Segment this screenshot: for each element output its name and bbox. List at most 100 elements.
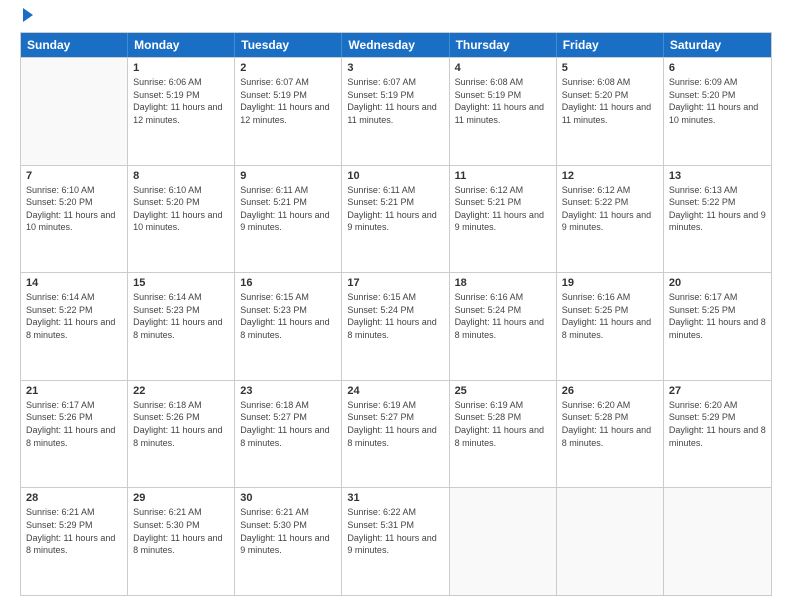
cell-date-number: 10 (347, 170, 443, 182)
calendar-header-day: Friday (557, 33, 664, 57)
calendar-day-cell: 5 Sunrise: 6:08 AMSunset: 5:20 PMDaylight… (557, 58, 664, 165)
calendar-day-cell: 30 Sunrise: 6:21 AMSunset: 5:30 PMDayligh… (235, 488, 342, 595)
calendar-day-cell: 31 Sunrise: 6:22 AMSunset: 5:31 PMDayligh… (342, 488, 449, 595)
cell-sun-info: Sunrise: 6:21 AMSunset: 5:29 PMDaylight:… (26, 506, 122, 556)
cell-date-number: 23 (240, 385, 336, 397)
cell-date-number: 17 (347, 277, 443, 289)
calendar-day-cell: 7 Sunrise: 6:10 AMSunset: 5:20 PMDaylight… (21, 166, 128, 273)
calendar-day-cell: 9 Sunrise: 6:11 AMSunset: 5:21 PMDaylight… (235, 166, 342, 273)
calendar-header-day: Saturday (664, 33, 771, 57)
calendar-day-cell: 29Sunrise: 6:21 AMSunset: 5:30 PMDayligh… (128, 488, 235, 595)
cell-sun-info: Sunrise: 6:12 AMSunset: 5:22 PMDaylight:… (562, 184, 658, 234)
cell-date-number: 6 (669, 62, 766, 74)
cell-sun-info: Sunrise: 6:18 AMSunset: 5:27 PMDaylight:… (240, 399, 336, 449)
cell-date-number: 13 (669, 170, 766, 182)
calendar-day-cell (450, 488, 557, 595)
calendar-week-row: 14 Sunrise: 6:14 AMSunset: 5:22 PMDayligh… (21, 272, 771, 380)
calendar-day-cell (557, 488, 664, 595)
calendar-day-cell: 21 Sunrise: 6:17 AMSunset: 5:26 PMDayligh… (21, 381, 128, 488)
calendar: SundayMondayTuesdayWednesdayThursdayFrid… (20, 32, 772, 596)
calendar-body: 1 Sunrise: 6:06 AMSunset: 5:19 PMDaylight… (21, 57, 771, 595)
calendar-day-cell: 10 Sunrise: 6:11 AMSunset: 5:21 PMDayligh… (342, 166, 449, 273)
calendar-week-row: 7 Sunrise: 6:10 AMSunset: 5:20 PMDaylight… (21, 165, 771, 273)
calendar-day-cell: 28 Sunrise: 6:21 AMSunset: 5:29 PMDayligh… (21, 488, 128, 595)
calendar-day-cell: 27 Sunrise: 6:20 AMSunset: 5:29 PMDayligh… (664, 381, 771, 488)
cell-date-number: 1 (133, 62, 229, 74)
cell-date-number: 24 (347, 385, 443, 397)
cell-sun-info: Sunrise: 6:08 AMSunset: 5:19 PMDaylight:… (455, 76, 551, 126)
cell-date-number: 20 (669, 277, 766, 289)
cell-date-number: 27 (669, 385, 766, 397)
calendar-day-cell: 17 Sunrise: 6:15 AMSunset: 5:24 PMDayligh… (342, 273, 449, 380)
cell-sun-info: Sunrise: 6:10 AMSunset: 5:20 PMDaylight:… (26, 184, 122, 234)
cell-date-number: 21 (26, 385, 122, 397)
cell-date-number: 12 (562, 170, 658, 182)
cell-sun-info: Sunrise: 6:18 AMSunset: 5:26 PMDaylight:… (133, 399, 229, 449)
cell-date-number: 3 (347, 62, 443, 74)
calendar-week-row: 21 Sunrise: 6:17 AMSunset: 5:26 PMDayligh… (21, 380, 771, 488)
calendar-day-cell: 4Sunrise: 6:08 AMSunset: 5:19 PMDaylight… (450, 58, 557, 165)
cell-sun-info: Sunrise: 6:07 AMSunset: 5:19 PMDaylight:… (347, 76, 443, 126)
calendar-header-day: Thursday (450, 33, 557, 57)
calendar-day-cell (21, 58, 128, 165)
cell-sun-info: Sunrise: 6:14 AMSunset: 5:22 PMDaylight:… (26, 291, 122, 341)
calendar-day-cell: 13 Sunrise: 6:13 AMSunset: 5:22 PMDayligh… (664, 166, 771, 273)
cell-date-number: 9 (240, 170, 336, 182)
calendar-day-cell: 25 Sunrise: 6:19 AMSunset: 5:28 PMDayligh… (450, 381, 557, 488)
cell-date-number: 22 (133, 385, 229, 397)
calendar-day-cell: 11Sunrise: 6:12 AMSunset: 5:21 PMDayligh… (450, 166, 557, 273)
calendar-day-cell: 16Sunrise: 6:15 AMSunset: 5:23 PMDayligh… (235, 273, 342, 380)
cell-date-number: 31 (347, 492, 443, 504)
cell-date-number: 25 (455, 385, 551, 397)
cell-sun-info: Sunrise: 6:15 AMSunset: 5:24 PMDaylight:… (347, 291, 443, 341)
cell-sun-info: Sunrise: 6:14 AMSunset: 5:23 PMDaylight:… (133, 291, 229, 341)
calendar-week-row: 28 Sunrise: 6:21 AMSunset: 5:29 PMDayligh… (21, 487, 771, 595)
cell-date-number: 2 (240, 62, 336, 74)
calendar-day-cell: 20 Sunrise: 6:17 AMSunset: 5:25 PMDayligh… (664, 273, 771, 380)
cell-sun-info: Sunrise: 6:17 AMSunset: 5:25 PMDaylight:… (669, 291, 766, 341)
cell-date-number: 29 (133, 492, 229, 504)
calendar-day-cell: 18 Sunrise: 6:16 AMSunset: 5:24 PMDayligh… (450, 273, 557, 380)
cell-sun-info: Sunrise: 6:17 AMSunset: 5:26 PMDaylight:… (26, 399, 122, 449)
calendar-week-row: 1 Sunrise: 6:06 AMSunset: 5:19 PMDaylight… (21, 57, 771, 165)
calendar-day-cell: 3 Sunrise: 6:07 AMSunset: 5:19 PMDaylight… (342, 58, 449, 165)
calendar-day-cell: 22 Sunrise: 6:18 AMSunset: 5:26 PMDayligh… (128, 381, 235, 488)
calendar-header-row: SundayMondayTuesdayWednesdayThursdayFrid… (21, 33, 771, 57)
cell-sun-info: Sunrise: 6:12 AMSunset: 5:21 PMDaylight:… (455, 184, 551, 234)
calendar-day-cell: 1 Sunrise: 6:06 AMSunset: 5:19 PMDaylight… (128, 58, 235, 165)
cell-sun-info: Sunrise: 6:07 AMSunset: 5:19 PMDaylight:… (240, 76, 336, 126)
cell-sun-info: Sunrise: 6:21 AMSunset: 5:30 PMDaylight:… (240, 506, 336, 556)
calendar-day-cell: 19Sunrise: 6:16 AMSunset: 5:25 PMDayligh… (557, 273, 664, 380)
cell-date-number: 7 (26, 170, 122, 182)
calendar-day-cell: 15 Sunrise: 6:14 AMSunset: 5:23 PMDayligh… (128, 273, 235, 380)
cell-sun-info: Sunrise: 6:13 AMSunset: 5:22 PMDaylight:… (669, 184, 766, 234)
logo (20, 16, 33, 22)
cell-sun-info: Sunrise: 6:20 AMSunset: 5:28 PMDaylight:… (562, 399, 658, 449)
cell-date-number: 14 (26, 277, 122, 289)
page-header (20, 16, 772, 22)
cell-sun-info: Sunrise: 6:20 AMSunset: 5:29 PMDaylight:… (669, 399, 766, 449)
cell-sun-info: Sunrise: 6:22 AMSunset: 5:31 PMDaylight:… (347, 506, 443, 556)
calendar-day-cell: 8Sunrise: 6:10 AMSunset: 5:20 PMDaylight… (128, 166, 235, 273)
cell-sun-info: Sunrise: 6:19 AMSunset: 5:28 PMDaylight:… (455, 399, 551, 449)
cell-sun-info: Sunrise: 6:11 AMSunset: 5:21 PMDaylight:… (240, 184, 336, 234)
cell-sun-info: Sunrise: 6:09 AMSunset: 5:20 PMDaylight:… (669, 76, 766, 126)
calendar-day-cell: 24Sunrise: 6:19 AMSunset: 5:27 PMDayligh… (342, 381, 449, 488)
cell-sun-info: Sunrise: 6:16 AMSunset: 5:24 PMDaylight:… (455, 291, 551, 341)
calendar-day-cell: 14 Sunrise: 6:14 AMSunset: 5:22 PMDayligh… (21, 273, 128, 380)
calendar-header-day: Sunday (21, 33, 128, 57)
calendar-day-cell: 23 Sunrise: 6:18 AMSunset: 5:27 PMDayligh… (235, 381, 342, 488)
cell-sun-info: Sunrise: 6:11 AMSunset: 5:21 PMDaylight:… (347, 184, 443, 234)
cell-date-number: 28 (26, 492, 122, 504)
cell-date-number: 18 (455, 277, 551, 289)
cell-sun-info: Sunrise: 6:15 AMSunset: 5:23 PMDaylight:… (240, 291, 336, 341)
cell-date-number: 30 (240, 492, 336, 504)
cell-sun-info: Sunrise: 6:06 AMSunset: 5:19 PMDaylight:… (133, 76, 229, 126)
cell-date-number: 5 (562, 62, 658, 74)
calendar-header-day: Tuesday (235, 33, 342, 57)
cell-date-number: 15 (133, 277, 229, 289)
cell-date-number: 8 (133, 170, 229, 182)
calendar-day-cell: 26Sunrise: 6:20 AMSunset: 5:28 PMDayligh… (557, 381, 664, 488)
calendar-day-cell: 2 Sunrise: 6:07 AMSunset: 5:19 PMDaylight… (235, 58, 342, 165)
cell-sun-info: Sunrise: 6:08 AMSunset: 5:20 PMDaylight:… (562, 76, 658, 126)
